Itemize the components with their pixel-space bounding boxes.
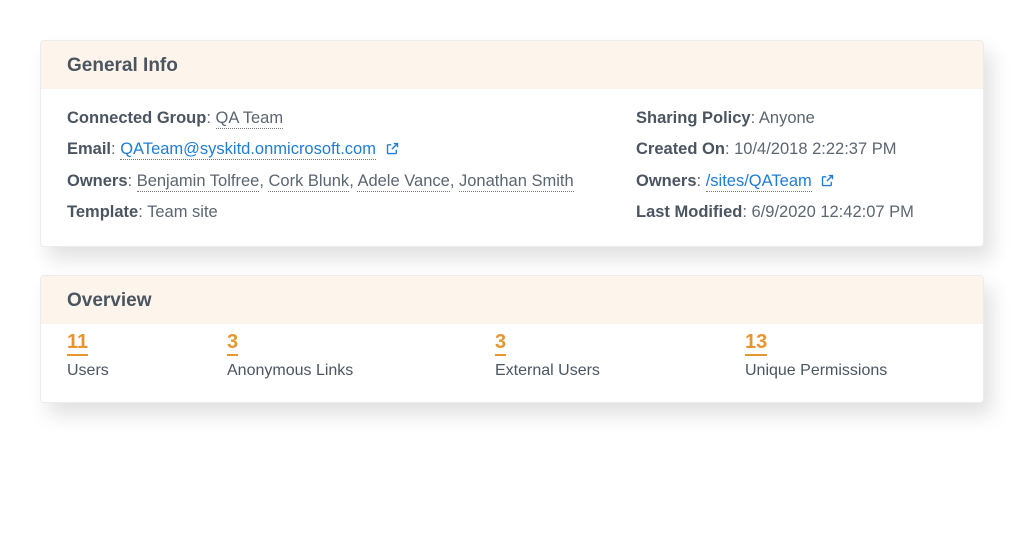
stat-external-users[interactable]: 3 External Users xyxy=(495,330,745,380)
stat-value: 11 xyxy=(67,330,88,356)
owners-url-label: Owners xyxy=(636,172,697,190)
created-on-value: 10/4/2018 2:22:37 PM xyxy=(734,140,896,158)
stat-unique-permissions[interactable]: 13 Unique Permissions xyxy=(745,330,957,380)
last-modified-value: 6/9/2020 12:42:07 PM xyxy=(752,203,914,221)
general-info-body: Connected Group: QA Team Email: QATeam@s… xyxy=(41,89,983,246)
owners-url-row: Owners: /sites/QATeam xyxy=(636,166,957,197)
general-info-right-col: Sharing Policy: Anyone Created On: 10/4/… xyxy=(636,103,957,228)
overview-card: Overview 11 Users 3 Anonymous Links 3 Ex… xyxy=(40,275,984,403)
email-row: Email: QATeam@syskitd.onmicrosoft.com xyxy=(67,134,612,165)
template-value: Team site xyxy=(147,203,218,221)
general-info-header: General Info xyxy=(41,41,983,89)
sharing-policy-row: Sharing Policy: Anyone xyxy=(636,103,957,134)
general-info-title: General Info xyxy=(67,55,178,76)
owners-url-link[interactable]: /sites/QATeam xyxy=(706,172,812,192)
overview-header: Overview xyxy=(41,276,983,324)
last-modified-row: Last Modified: 6/9/2020 12:42:07 PM xyxy=(636,197,957,228)
stat-label: External Users xyxy=(495,362,745,380)
sharing-policy-value: Anyone xyxy=(759,109,815,127)
created-on-label: Created On xyxy=(636,140,725,158)
stat-value: 3 xyxy=(495,330,506,356)
stat-users[interactable]: 11 Users xyxy=(67,330,227,380)
last-modified-label: Last Modified xyxy=(636,203,742,221)
stat-anonymous-links[interactable]: 3 Anonymous Links xyxy=(227,330,495,380)
owners-label: Owners xyxy=(67,172,128,190)
overview-stats: 11 Users 3 Anonymous Links 3 External Us… xyxy=(41,324,983,402)
sharing-policy-label: Sharing Policy xyxy=(636,109,751,127)
created-on-row: Created On: 10/4/2018 2:22:37 PM xyxy=(636,134,957,165)
email-label: Email xyxy=(67,140,111,158)
general-info-card: General Info Connected Group: QA Team Em… xyxy=(40,40,984,247)
stat-label: Unique Permissions xyxy=(745,362,957,380)
owner-link-2[interactable]: Adele Vance xyxy=(357,172,449,192)
template-row: Template: Team site xyxy=(67,197,612,228)
external-link-icon[interactable] xyxy=(385,141,400,156)
stat-value: 3 xyxy=(227,330,238,356)
email-link[interactable]: QATeam@syskitd.onmicrosoft.com xyxy=(120,140,376,160)
connected-group-row: Connected Group: QA Team xyxy=(67,103,612,134)
connected-group-link[interactable]: QA Team xyxy=(216,109,284,129)
connected-group-label: Connected Group xyxy=(67,109,206,127)
external-link-icon[interactable] xyxy=(820,173,835,188)
owners-row: Owners: Benjamin Tolfree, Cork Blunk, Ad… xyxy=(67,166,612,197)
stat-label: Users xyxy=(67,362,227,380)
template-label: Template xyxy=(67,203,138,221)
general-info-left-col: Connected Group: QA Team Email: QATeam@s… xyxy=(67,103,612,228)
stat-label: Anonymous Links xyxy=(227,362,495,380)
owner-link-0[interactable]: Benjamin Tolfree xyxy=(137,172,260,192)
stat-value: 13 xyxy=(745,330,767,356)
owner-link-3[interactable]: Jonathan Smith xyxy=(459,172,574,192)
owner-link-1[interactable]: Cork Blunk xyxy=(268,172,349,192)
overview-title: Overview xyxy=(67,290,152,311)
